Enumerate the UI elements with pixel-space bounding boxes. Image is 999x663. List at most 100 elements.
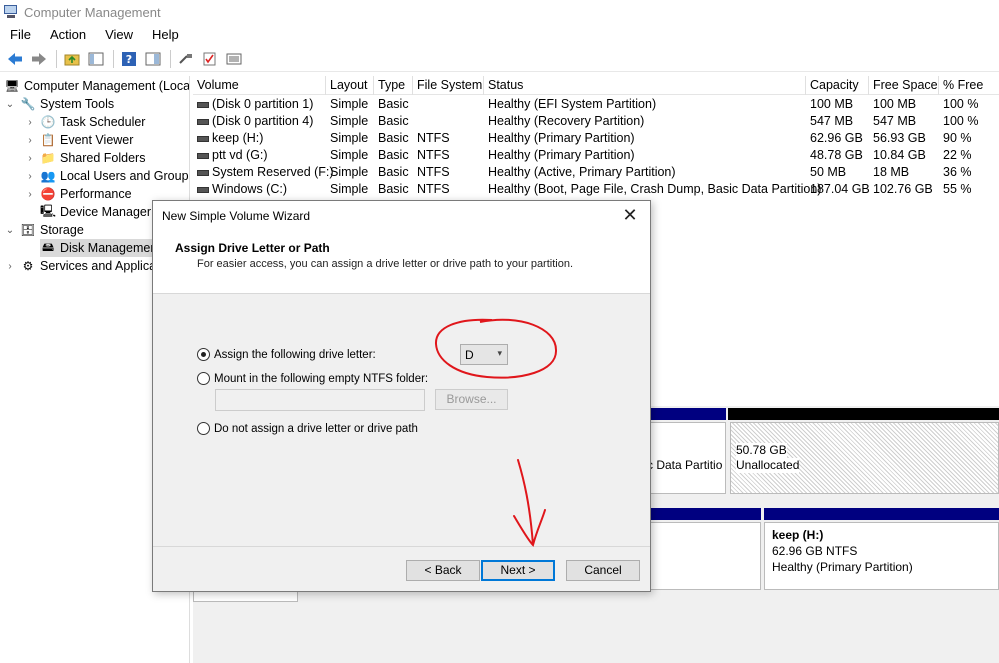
column-header-capacity[interactable]: Capacity (806, 76, 869, 95)
table-row[interactable]: System Reserved (F:) Simple Basic NTFS Healt… (193, 164, 999, 181)
up-folder-icon[interactable] (61, 48, 83, 70)
table-row[interactable]: Windows (C:) Simple Basic NTFS Healthy (Boot… (193, 181, 999, 198)
tree-item-system-tools[interactable]: ⌄ 🔧 System Tools (4, 95, 114, 113)
dialog-title: New Simple Volume Wizard (162, 209, 311, 223)
partition-block-keep[interactable]: keep (H:) 62.96 GB NTFS Healthy (Primary… (764, 522, 999, 590)
chevron-down-icon[interactable]: ⌄ (4, 225, 16, 236)
checklist-icon[interactable] (199, 48, 221, 70)
radio-mount-folder[interactable]: Mount in the following empty NTFS folder… (197, 372, 428, 385)
chevron-right-icon[interactable]: › (24, 153, 36, 164)
radio-button-checked[interactable] (197, 348, 210, 361)
device-manager-icon: 🖳 (40, 203, 57, 218)
cell-volume: Windows (C:) (197, 181, 287, 198)
tree-item-shared-folders[interactable]: › 📁 Shared Folders (24, 149, 145, 167)
unallocated-label: Unallocated (736, 458, 800, 473)
cell-free-space: 102.76 GB (873, 182, 933, 196)
list-view-icon[interactable] (223, 48, 245, 70)
menu-view[interactable]: View (95, 27, 142, 42)
keep-partition-status: Healthy (Primary Partition) (772, 560, 913, 574)
column-header-layout[interactable]: Layout (326, 76, 374, 95)
volume-icon (197, 169, 209, 176)
cell-free-space: 100 MB (873, 97, 917, 111)
radio-button[interactable] (197, 372, 210, 385)
column-header-file-system[interactable]: File System (413, 76, 484, 95)
cell-percent-free: 36 % (943, 165, 972, 179)
menu-help[interactable]: Help (142, 27, 188, 42)
radio-button[interactable] (197, 422, 210, 435)
cancel-button[interactable]: Cancel (566, 560, 640, 581)
tree-item-root[interactable]: 🖥 Computer Management (Local (4, 77, 189, 95)
back-arrow-icon[interactable] (4, 48, 26, 70)
connect-icon[interactable] (175, 48, 197, 70)
close-icon[interactable]: ✕ (618, 205, 642, 226)
performance-icon: ⛔ (40, 187, 56, 201)
tree-item-local-users[interactable]: › 👥 Local Users and Groups (24, 167, 189, 185)
tree-item-storage[interactable]: ⌄ 🗄 Storage (4, 221, 84, 239)
chevron-right-icon[interactable]: › (24, 171, 36, 182)
radio-assign-drive-letter[interactable]: Assign the following drive letter: (197, 348, 376, 361)
svg-text:?: ? (126, 53, 132, 66)
dialog-title-bar: New Simple Volume Wizard ✕ (153, 201, 650, 231)
chevron-right-icon[interactable]: › (24, 135, 36, 146)
cell-type: Basic (378, 165, 409, 179)
properties-icon[interactable] (142, 48, 164, 70)
title-bar: Computer Management (0, 0, 999, 24)
column-header-volume[interactable]: Volume (193, 76, 326, 95)
cell-type: Basic (378, 131, 409, 145)
tree-item-device-manager[interactable]: 🖳 Device Manager (24, 203, 151, 221)
cell-volume: keep (H:) (197, 130, 263, 147)
table-row[interactable]: (Disk 0 partition 1) Simple Basic Healthy (… (193, 96, 999, 113)
tree-item-performance[interactable]: › ⛔ Performance (24, 185, 131, 203)
ntfs-folder-path-input[interactable] (215, 389, 425, 411)
cell-capacity: 48.78 GB (810, 148, 863, 162)
cell-percent-free: 90 % (943, 131, 972, 145)
cell-percent-free: 100 % (943, 97, 979, 111)
cell-type: Basic (378, 148, 409, 162)
tree-item-event-viewer[interactable]: › 📋 Event Viewer (24, 131, 133, 149)
cell-free-space: 10.84 GB (873, 148, 926, 162)
cell-status: Healthy (Primary Partition) (488, 148, 635, 162)
unallocated-block[interactable]: 50.78 GB Unallocated (730, 422, 999, 494)
browse-button[interactable]: Browse... (435, 389, 508, 410)
dialog-subheading: For easier access, you can assign a driv… (197, 258, 574, 270)
drive-letter-select[interactable]: D ▾ (460, 344, 508, 365)
help-icon[interactable]: ? (118, 48, 140, 70)
volume-icon (197, 101, 209, 108)
back-button[interactable]: < Back (406, 560, 480, 581)
column-header-free-space[interactable]: Free Space (869, 76, 939, 95)
tree-item-services[interactable]: › ⚙ Services and Applica (4, 257, 156, 275)
chevron-right-icon[interactable]: › (24, 117, 36, 128)
cell-status: Healthy (Active, Primary Partition) (488, 165, 676, 179)
computer-management-icon (3, 4, 19, 20)
cell-file-system: NTFS (417, 131, 450, 145)
cell-status: Healthy (Primary Partition) (488, 131, 635, 145)
cell-type: Basic (378, 97, 409, 111)
shared-folder-icon: 📁 (40, 151, 56, 165)
column-header-type[interactable]: Type (374, 76, 413, 95)
cell-volume: (Disk 0 partition 4) (197, 113, 313, 130)
cell-capacity: 187.04 GB (810, 182, 870, 196)
next-button[interactable]: Next > (481, 560, 555, 581)
chevron-down-icon[interactable]: ⌄ (4, 99, 16, 110)
partition-bar (648, 508, 761, 520)
partition-bar-keep (764, 508, 999, 520)
radio-no-drive-letter[interactable]: Do not assign a drive letter or drive pa… (197, 422, 418, 435)
show-hide-tree-icon[interactable] (85, 48, 107, 70)
table-row[interactable]: (Disk 0 partition 4) Simple Basic Healthy (… (193, 113, 999, 130)
chevron-right-icon[interactable]: › (4, 261, 16, 272)
column-header-status[interactable]: Status (484, 76, 806, 95)
chevron-right-icon[interactable]: › (24, 189, 36, 200)
column-header-percent-free[interactable]: % Free (939, 76, 999, 95)
cell-capacity: 62.96 GB (810, 131, 863, 145)
table-row[interactable]: keep (H:) Simple Basic NTFS Healthy (Primary… (193, 130, 999, 147)
cell-layout: Simple (330, 114, 369, 128)
tree-item-task-scheduler[interactable]: › 🕒 Task Scheduler (24, 113, 145, 131)
table-row[interactable]: ptt vd (G:) Simple Basic NTFS Healthy (Prima… (193, 147, 999, 164)
cell-free-space: 56.93 GB (873, 131, 926, 145)
forward-arrow-icon[interactable] (28, 48, 50, 70)
menu-action[interactable]: Action (40, 27, 95, 42)
menu-file[interactable]: File (0, 27, 40, 42)
cell-status: Healthy (EFI System Partition) (488, 97, 657, 111)
partition-block-windows[interactable]: c Data Partitio (647, 422, 726, 494)
storage-icon: 🗄 (20, 223, 36, 237)
